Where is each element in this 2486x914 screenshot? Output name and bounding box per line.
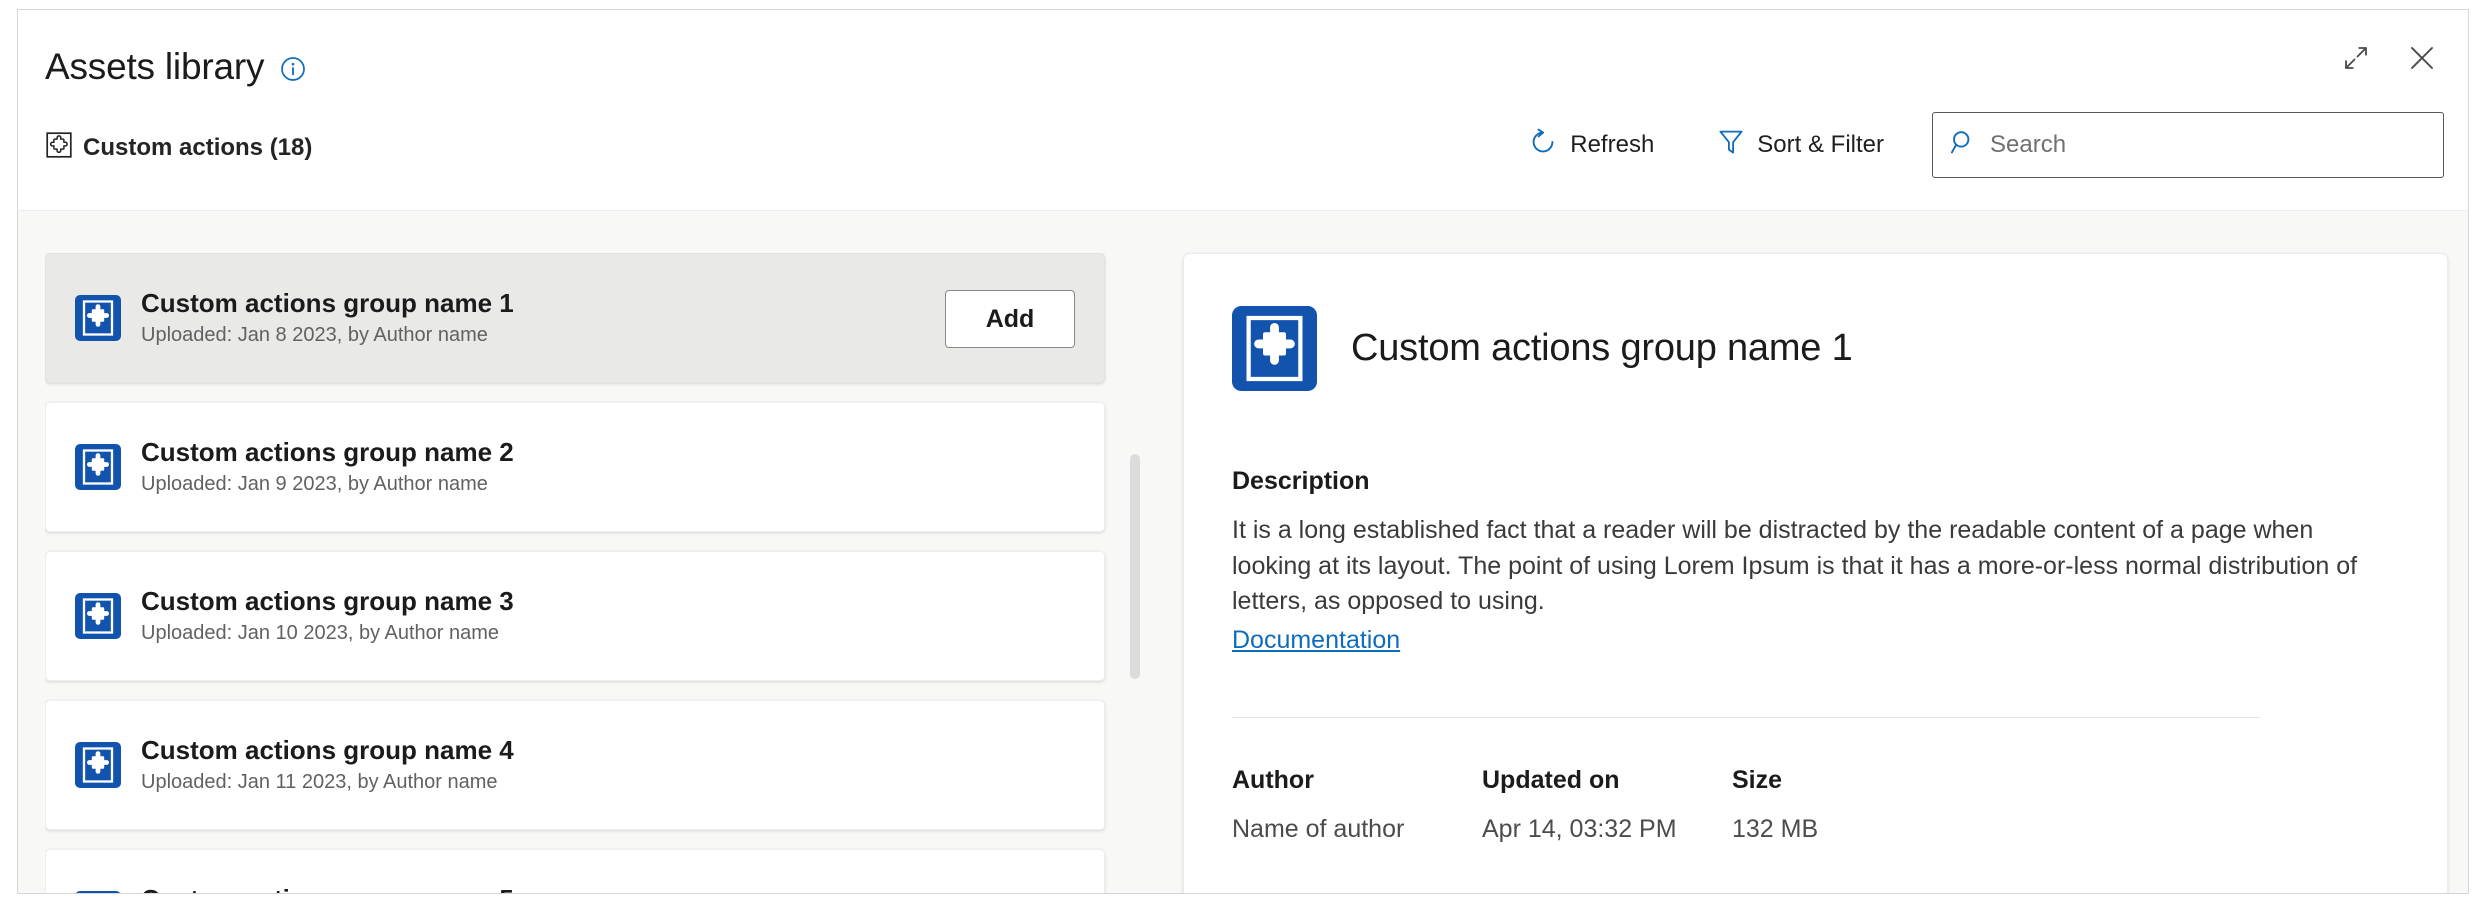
page-title: Assets library — [45, 48, 264, 85]
list-item-meta: Uploaded: Jan 8 2023, by Author name — [141, 324, 514, 347]
list-item-text: Custom actions group name 1 Uploaded: Ja… — [141, 289, 514, 347]
list-item-meta: Uploaded: Jan 11 2023, by Author name — [141, 771, 514, 794]
list-item-name: Custom actions group name 1 — [141, 289, 514, 319]
refresh-label: Refresh — [1570, 131, 1654, 159]
list-item[interactable]: Custom actions group name 1 Uploaded: Ja… — [45, 253, 1105, 383]
expand-button[interactable] — [2334, 36, 2378, 80]
metadata-size: Size 132 MB — [1732, 766, 1982, 844]
breadcrumb-label: Custom actions (18) — [83, 134, 312, 162]
search-icon — [1950, 129, 1977, 161]
list-item-text: Custom actions group name 2 Uploaded: Ja… — [141, 438, 514, 496]
close-button[interactable] — [2400, 36, 2444, 80]
description-body: It is a long established fact that a rea… — [1232, 513, 2399, 620]
filter-funnel-icon — [1718, 128, 1744, 163]
sort-filter-label: Sort & Filter — [1757, 131, 1884, 159]
refresh-icon — [1529, 128, 1557, 163]
description-label: Description — [1232, 467, 2399, 496]
metadata-label: Updated on — [1482, 766, 1732, 795]
subheader-row: Custom actions (18) Refresh — [18, 90, 2468, 210]
custom-actions-tile-icon — [75, 742, 121, 788]
list-item[interactable]: Custom actions group name 5 Uploaded: Ja… — [45, 849, 1105, 893]
custom-actions-tile-icon — [1232, 306, 1317, 391]
list-item-text: Custom actions group name 5 Uploaded: Ja… — [141, 885, 514, 893]
add-button[interactable]: Add — [945, 290, 1075, 348]
list-item-text: Custom actions group name 3 Uploaded: Ja… — [141, 587, 514, 645]
metadata-value: Name of author — [1232, 815, 1482, 844]
detail-header: Custom actions group name 1 — [1232, 306, 2399, 391]
documentation-link[interactable]: Documentation — [1232, 626, 1400, 655]
dialog-body: Custom actions group name 1 Uploaded: Ja… — [18, 211, 2468, 893]
custom-actions-tile-icon — [75, 444, 121, 490]
metadata-value: 132 MB — [1732, 815, 1982, 844]
custom-actions-tile-icon — [75, 295, 121, 341]
metadata-label: Size — [1732, 766, 1982, 795]
list-item-name: Custom actions group name 3 — [141, 587, 514, 617]
dialog-header: Assets library — [18, 10, 2468, 211]
window-controls — [2334, 36, 2444, 80]
metadata-value: Apr 14, 03:32 PM — [1482, 815, 1732, 844]
custom-actions-tile-icon — [75, 593, 121, 639]
list-item-meta: Uploaded: Jan 10 2023, by Author name — [141, 622, 514, 645]
list-item-name: Custom actions group name 5 — [141, 885, 514, 893]
assets-library-dialog: Assets library — [17, 9, 2469, 894]
search-box[interactable] — [1932, 112, 2444, 178]
sort-filter-button[interactable]: Sort & Filter — [1700, 119, 1902, 171]
metadata-label: Author — [1232, 766, 1482, 795]
list-item[interactable]: Custom actions group name 2 Uploaded: Ja… — [45, 402, 1105, 532]
list-item-name: Custom actions group name 4 — [141, 736, 514, 766]
assets-list: Custom actions group name 1 Uploaded: Ja… — [45, 253, 1111, 893]
info-circle-icon[interactable] — [280, 56, 306, 82]
refresh-button[interactable]: Refresh — [1511, 119, 1672, 171]
list-item[interactable]: Custom actions group name 4 Uploaded: Ja… — [45, 700, 1105, 830]
custom-actions-icon — [46, 132, 72, 163]
search-input[interactable] — [1990, 131, 2426, 159]
asset-detail-panel: Custom actions group name 1 Description … — [1183, 253, 2448, 894]
custom-actions-tile-icon — [75, 891, 121, 893]
list-item-text: Custom actions group name 4 Uploaded: Ja… — [141, 736, 514, 794]
breadcrumb: Custom actions (18) — [46, 132, 312, 163]
list-item[interactable]: Custom actions group name 3 Uploaded: Ja… — [45, 551, 1105, 681]
detail-divider — [1232, 717, 2260, 718]
list-item-meta: Uploaded: Jan 9 2023, by Author name — [141, 473, 514, 496]
title-row: Assets library — [45, 48, 306, 85]
metadata-author: Author Name of author — [1232, 766, 1482, 844]
detail-metadata: Author Name of author Updated on Apr 14,… — [1232, 766, 2399, 844]
detail-title: Custom actions group name 1 — [1351, 327, 1853, 370]
metadata-updated-on: Updated on Apr 14, 03:32 PM — [1482, 766, 1732, 844]
list-item-name: Custom actions group name 2 — [141, 438, 514, 468]
list-scrollbar-thumb[interactable] — [1130, 454, 1140, 679]
toolbar: Refresh Sort & Filter — [1511, 112, 2444, 178]
